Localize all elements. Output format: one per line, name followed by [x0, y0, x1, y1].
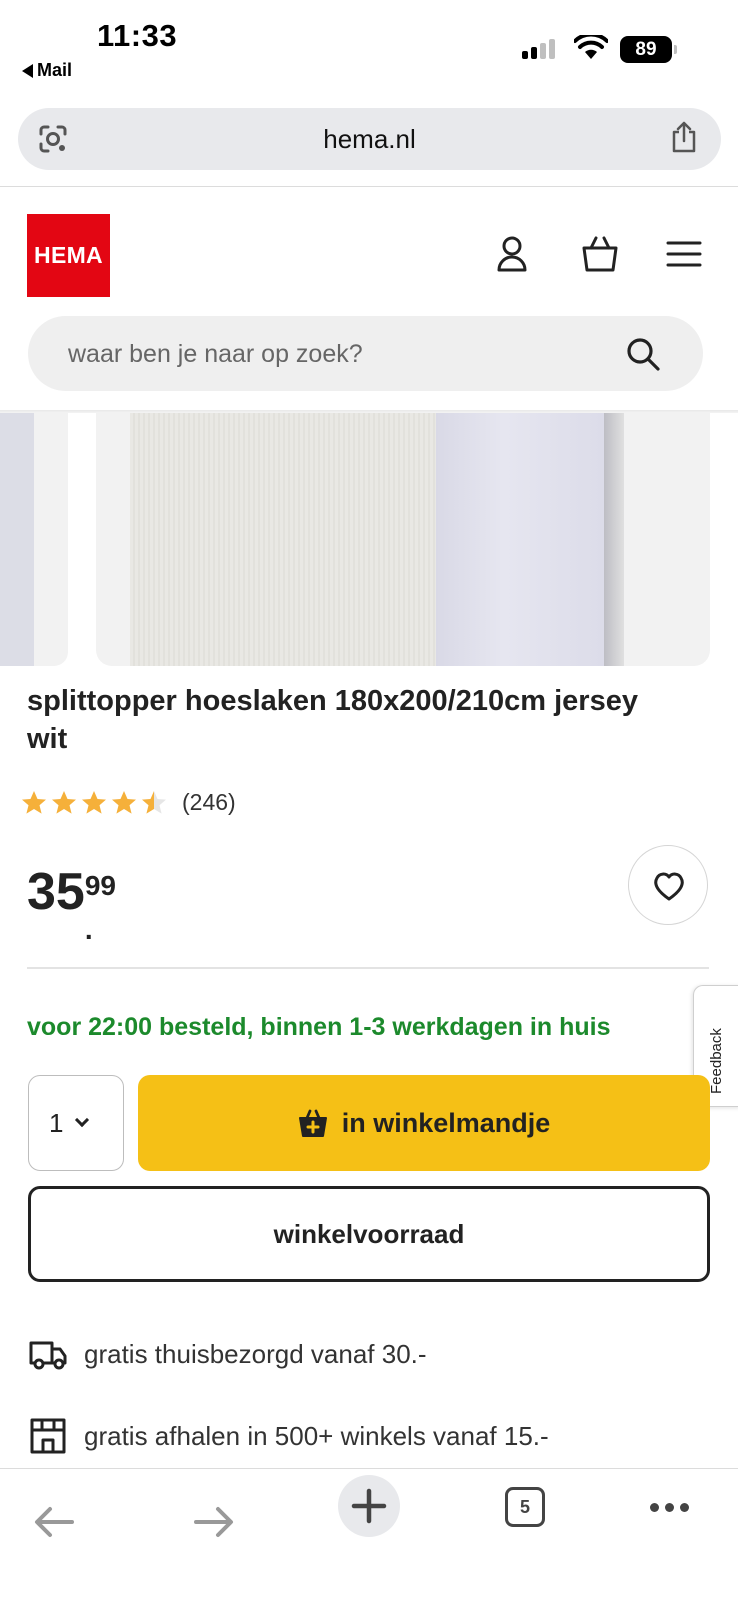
menu-hamburger-icon[interactable]: [664, 234, 704, 274]
share-icon[interactable]: [669, 120, 699, 154]
search-icon[interactable]: [625, 336, 661, 372]
product-title: splittopper hoeslaken 180x200/210cm jers…: [27, 685, 638, 755]
rating-stars[interactable]: [20, 789, 168, 817]
more-options-icon[interactable]: [650, 1503, 689, 1512]
status-bar: 11:33 Mail 89: [0, 0, 738, 100]
fitted-sheet-edge: [436, 413, 604, 666]
basket-plus-icon: [298, 1109, 327, 1137]
add-to-cart-button[interactable]: in winkelmandje: [138, 1075, 710, 1171]
forward-arrow-icon[interactable]: [188, 1497, 238, 1547]
new-tab-button[interactable]: [338, 1475, 400, 1537]
product-image[interactable]: [96, 413, 710, 666]
section-divider: [27, 967, 709, 969]
browser-address-bar[interactable]: hema.nl: [18, 108, 721, 170]
status-time: 11:33: [97, 18, 178, 53]
feedback-label: Feedback: [708, 1028, 725, 1094]
product-price: 3599.: [27, 862, 116, 945]
back-arrow-icon[interactable]: [30, 1497, 80, 1547]
price-main: 35: [27, 863, 85, 921]
address-bar-divider: [0, 186, 738, 187]
star-icon: [52, 791, 76, 814]
store-icon: [30, 1418, 66, 1454]
chevron-down-icon: [75, 1112, 90, 1128]
account-icon[interactable]: [492, 234, 532, 274]
back-to-mail-label: Mail: [37, 60, 73, 80]
topper-texture: [130, 413, 436, 666]
back-triangle-icon: [22, 63, 33, 78]
delivery-truck-icon: [29, 1341, 67, 1370]
usp-text: gratis afhalen in 500+ winkels vanaf 15.…: [84, 1420, 549, 1451]
hema-logo[interactable]: HEMA: [27, 214, 110, 297]
delivery-promise: voor 22:00 besteld, binnen 1-3 werkdagen…: [27, 1013, 611, 1041]
review-count[interactable]: (246): [182, 789, 236, 816]
browser-toolbar: 5: [0, 1468, 738, 1600]
price-cents: 99.: [84, 870, 116, 945]
store-stock-button[interactable]: winkelvoorraad: [28, 1186, 710, 1282]
add-to-cart-label: in winkelmandje: [341, 1107, 551, 1138]
shopping-basket-icon[interactable]: [580, 234, 620, 274]
plus-icon: [351, 1488, 387, 1524]
star-icon: [82, 791, 106, 814]
wifi-icon: [574, 35, 608, 59]
search-input[interactable]: [68, 334, 608, 374]
favorite-button[interactable]: [628, 845, 708, 925]
back-to-mail-button[interactable]: Mail: [22, 60, 72, 81]
tab-switcher-button[interactable]: 5: [505, 1487, 545, 1527]
star-icon: [112, 791, 136, 814]
usp-store-pickup: gratis afhalen in 500+ winkels vanaf 15.…: [28, 1416, 549, 1456]
battery-indicator: 89: [620, 36, 677, 63]
search-bar[interactable]: [28, 316, 703, 391]
star-icon: [22, 791, 46, 814]
cellular-signal-icon: [522, 39, 555, 59]
star-icon: [142, 791, 166, 814]
usp-home-delivery: gratis thuisbezorgd vanaf 30.-: [28, 1334, 427, 1374]
quantity-value: 1: [49, 1107, 64, 1138]
usp-text: gratis thuisbezorgd vanaf 30.-: [84, 1338, 427, 1369]
quantity-select[interactable]: 1: [28, 1075, 124, 1171]
previous-image-slide[interactable]: [0, 413, 68, 666]
product-image-gallery[interactable]: [0, 413, 738, 668]
page-url[interactable]: hema.nl: [18, 124, 721, 155]
heart-icon: [654, 872, 684, 901]
